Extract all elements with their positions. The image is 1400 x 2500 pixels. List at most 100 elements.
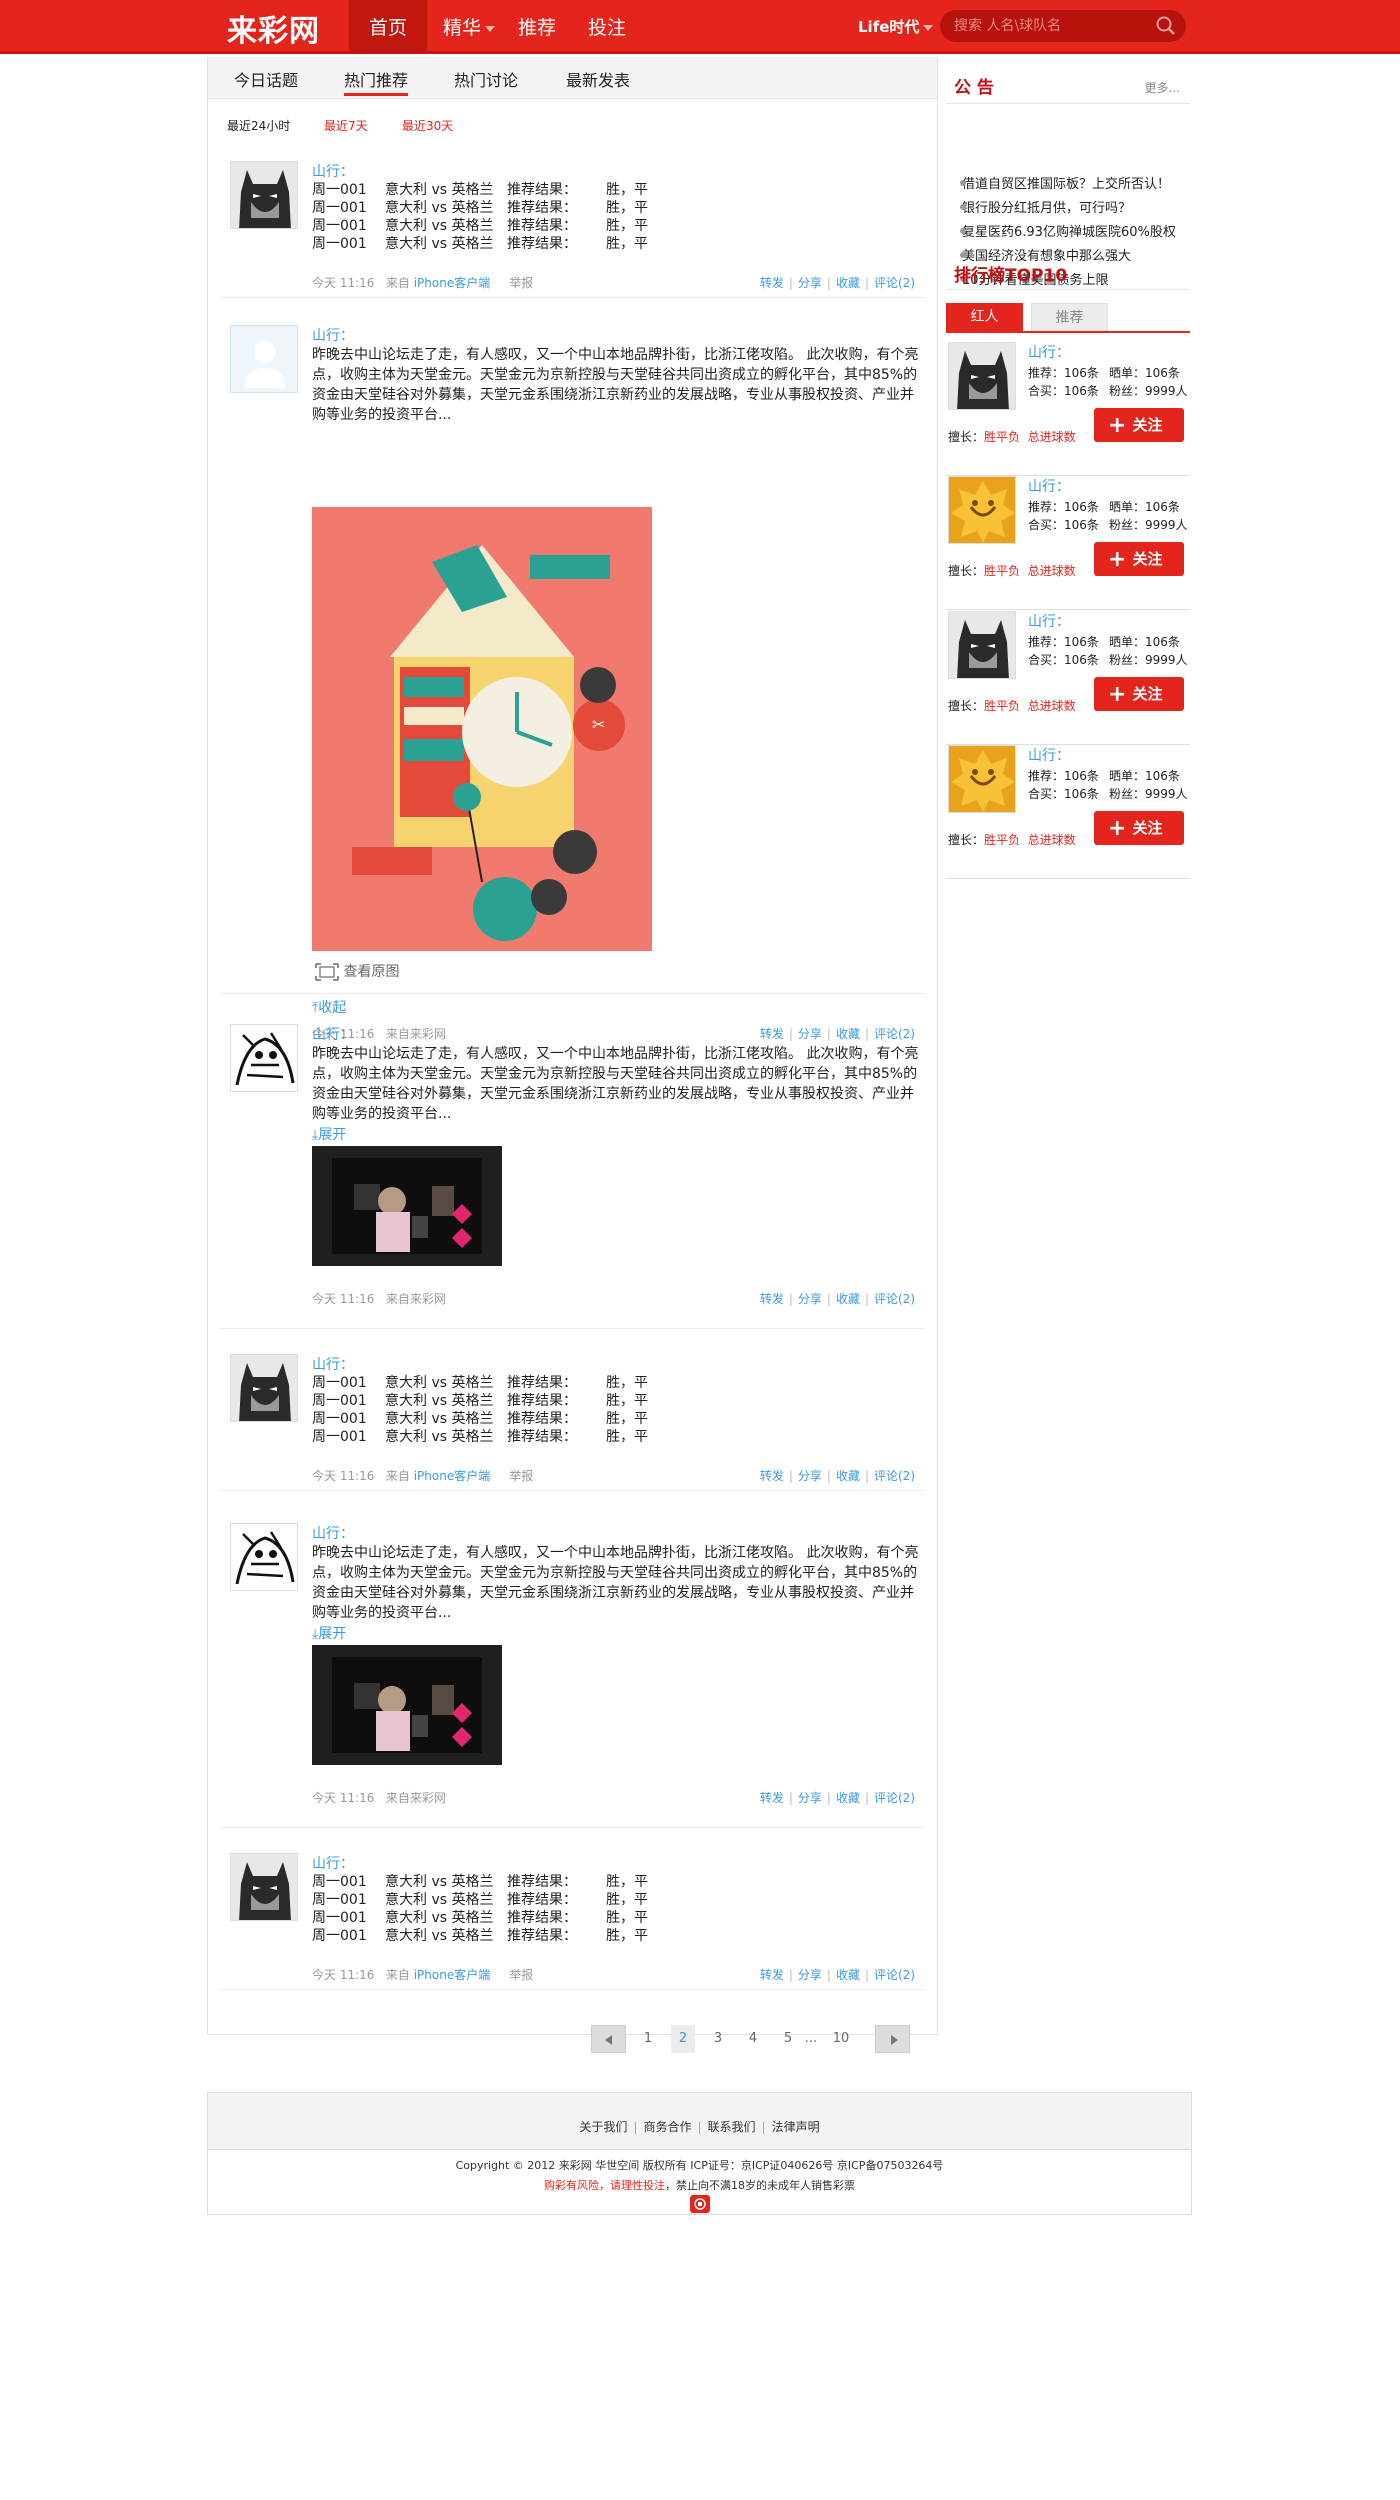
source-link[interactable]: iPhone客户端	[414, 1469, 491, 1483]
expand-button[interactable]: ⤓展开	[312, 1623, 346, 1643]
rank-username[interactable]: 山行：	[1028, 476, 1070, 496]
post-image[interactable]	[312, 1645, 502, 1765]
report-link[interactable]: 举报	[509, 276, 533, 290]
share-link[interactable]: 分享	[798, 276, 822, 290]
avatar[interactable]	[230, 161, 298, 229]
forward-link[interactable]: 转发	[760, 276, 784, 290]
footer-link-legal[interactable]: 法律声明	[772, 2120, 820, 2134]
avatar[interactable]	[230, 1354, 298, 1422]
tab-today[interactable]: 今日话题	[234, 67, 298, 91]
rank-username[interactable]: 山行：	[1028, 745, 1070, 765]
avatar[interactable]	[948, 476, 1016, 544]
post-body: 昨晚去中山论坛走了走，有人感叹，又一个中山本地品牌扑街，比浙江佬攻陷。 此次收购…	[312, 1046, 919, 1122]
notice-item[interactable]: 复星医药6.93亿购禅城医院60%股权	[960, 221, 1176, 240]
avatar[interactable]	[230, 1024, 298, 1092]
report-link[interactable]: 举报	[509, 1968, 533, 1982]
match-row: 周一001 意大利 vs 英格兰 推荐结果： 胜，平	[312, 1910, 648, 1926]
report-link[interactable]: 举报	[509, 1469, 533, 1483]
notice-item[interactable]: 银行股分红抵月供，可行吗？	[959, 197, 1131, 216]
collapse-button[interactable]: ⤒收起	[312, 997, 346, 1017]
forward-link[interactable]: 转发	[760, 1791, 784, 1805]
forward-link[interactable]: 转发	[760, 1292, 784, 1306]
rank-tab-recommend[interactable]: 推荐	[1031, 303, 1108, 331]
favorite-link[interactable]: 收藏	[836, 1791, 860, 1805]
page-link[interactable]: 10	[826, 2025, 856, 2053]
post-username[interactable]: 山行：	[312, 161, 354, 181]
favorite-link[interactable]: 收藏	[836, 1968, 860, 1982]
page-link[interactable]: 3	[706, 2025, 730, 2053]
follow-button[interactable]: + 关注	[1094, 408, 1184, 442]
rank-tab-underline	[946, 331, 1190, 333]
post-username[interactable]: 山行：	[312, 1853, 354, 1873]
tab-hot-discussion[interactable]: 热门讨论	[454, 67, 518, 91]
page-link[interactable]: 5	[776, 2025, 800, 2053]
avatar[interactable]	[230, 1853, 298, 1921]
rank-buy: 合买：106条	[1028, 518, 1099, 532]
view-original-button[interactable]: 查看原图	[315, 961, 399, 981]
share-link[interactable]: 分享	[798, 1968, 822, 1982]
next-page-button[interactable]	[875, 2025, 910, 2053]
nav-featured[interactable]: 精华	[437, 0, 501, 54]
site-logo[interactable]: 来彩网	[227, 6, 320, 50]
life-menu[interactable]: Life时代	[858, 0, 934, 54]
share-link[interactable]: 分享	[798, 1292, 822, 1306]
rank-username[interactable]: 山行：	[1028, 342, 1070, 362]
rank-buy: 合买：106条	[1028, 384, 1099, 398]
post-username[interactable]: 山行：	[312, 1024, 354, 1044]
comment-link[interactable]: 评论(2)	[874, 1791, 915, 1805]
rank-username[interactable]: 山行：	[1028, 611, 1070, 631]
post-username[interactable]: 山行：	[312, 1354, 354, 1374]
forward-link[interactable]: 转发	[760, 1968, 784, 1982]
prev-page-button[interactable]	[591, 2025, 626, 2053]
page-link[interactable]: 1	[636, 2025, 660, 2053]
nav-home[interactable]: 首页	[349, 0, 427, 54]
comment-link[interactable]: 评论(2)	[874, 1469, 915, 1483]
favorite-link[interactable]: 收藏	[836, 1292, 860, 1306]
nav-recommend[interactable]: 推荐	[510, 0, 564, 54]
expand-label: 展开	[318, 1626, 347, 1642]
expand-label: 展开	[318, 1127, 347, 1143]
avatar[interactable]	[230, 325, 298, 393]
post-meta: 今天 11:16 来自 iPhone客户端 举报	[312, 1968, 534, 1982]
feed-post: 山行： 周一001 意大利 vs 英格兰 推荐结果： 胜，平 周一001 意大利 vs …	[220, 1853, 925, 1990]
page-link[interactable]: 4	[741, 2025, 765, 2053]
comment-link[interactable]: 评论(2)	[874, 1292, 915, 1306]
source-link[interactable]: iPhone客户端	[414, 1968, 491, 1982]
search-icon[interactable]	[1156, 16, 1176, 36]
post-username[interactable]: 山行：	[312, 1523, 354, 1543]
source-link[interactable]: iPhone客户端	[414, 276, 491, 290]
search-input[interactable]	[954, 10, 1144, 42]
expand-button[interactable]: ⤓展开	[312, 1124, 346, 1144]
share-link[interactable]: 分享	[798, 1791, 822, 1805]
share-link[interactable]: 分享	[798, 1469, 822, 1483]
comment-link[interactable]: 评论(2)	[874, 1968, 915, 1982]
follow-button[interactable]: + 关注	[1094, 677, 1184, 711]
filter-24h[interactable]: 最近24小时	[227, 117, 290, 134]
footer-link-contact[interactable]: 联系我们	[708, 2120, 756, 2134]
filter-7d[interactable]: 最近7天	[324, 117, 368, 134]
filter-30d[interactable]: 最近30天	[402, 117, 453, 134]
nav-bet[interactable]: 投注	[580, 0, 634, 54]
footer-link-business[interactable]: 商务合作	[643, 2120, 691, 2134]
avatar[interactable]	[948, 611, 1016, 679]
comment-link[interactable]: 评论(2)	[874, 276, 915, 290]
post-image[interactable]	[312, 1146, 502, 1266]
notice-item[interactable]: 借道自贸区推国际板？上交所否认！	[959, 173, 1170, 192]
avatar[interactable]	[230, 1523, 298, 1591]
post-image[interactable]: ✂	[312, 507, 652, 951]
avatar[interactable]	[948, 342, 1016, 410]
footer-link-about[interactable]: 关于我们	[579, 2120, 627, 2134]
forward-link[interactable]: 转发	[760, 1469, 784, 1483]
notice-more-link[interactable]: 更多...	[1145, 79, 1180, 96]
follow-button[interactable]: + 关注	[1094, 811, 1184, 845]
page-link-current[interactable]: 2	[671, 2025, 695, 2053]
police-badge-icon[interactable]	[690, 2195, 710, 2213]
favorite-link[interactable]: 收藏	[836, 276, 860, 290]
post-username[interactable]: 山行：	[312, 325, 354, 345]
tab-latest[interactable]: 最新发表	[566, 67, 630, 91]
favorite-link[interactable]: 收藏	[836, 1469, 860, 1483]
avatar[interactable]	[948, 745, 1016, 813]
follow-button[interactable]: + 关注	[1094, 542, 1184, 576]
rank-tab-hot[interactable]: 红人	[946, 303, 1023, 331]
tab-hot-recommend[interactable]: 热门推荐	[344, 67, 409, 96]
